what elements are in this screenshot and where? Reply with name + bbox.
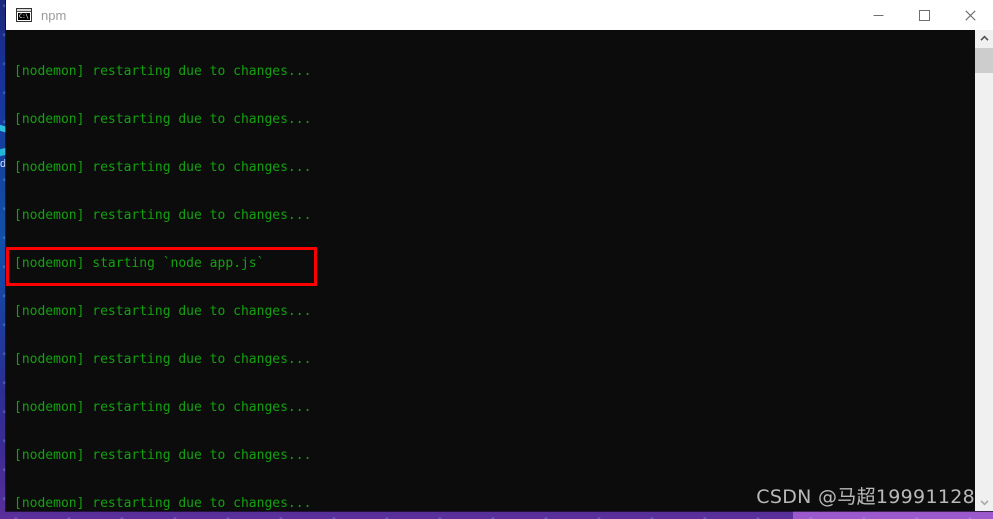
terminal-line: [nodemon] restarting due to changes... [14, 64, 312, 79]
terminal-line: [nodemon] restarting due to changes... [14, 304, 312, 319]
terminal-line: [nodemon] restarting due to changes... [14, 448, 312, 463]
terminal-line: [nodemon] restarting due to changes... [14, 496, 312, 511]
window-title-text: npm [41, 7, 67, 23]
scroll-up-arrow-icon[interactable] [975, 30, 993, 47]
terminal-text-block: [nodemon] restarting due to changes... [… [14, 32, 311, 511]
terminal-line: [nodemon] restarting due to changes... [14, 352, 312, 367]
window-title-bar[interactable]: C:\ npm [6, 0, 993, 30]
scrollbar-thumb[interactable] [975, 48, 993, 73]
vertical-scrollbar[interactable] [975, 30, 993, 511]
cmd-console-icon: C:\ [16, 8, 32, 22]
maximize-button[interactable] [901, 0, 947, 30]
csdn-watermark: CSDN @马超19991128 [756, 486, 975, 508]
close-button[interactable] [947, 0, 993, 30]
cmd-icon-screen-text: C:\ [18, 13, 30, 20]
scroll-down-arrow-icon[interactable] [975, 494, 993, 511]
terminal-line: [nodemon] restarting due to changes... [14, 208, 312, 223]
terminal-line: [nodemon] restarting due to changes... [14, 160, 312, 175]
terminal-output-area[interactable]: [nodemon] restarting due to changes... [… [6, 30, 975, 511]
cmd-icon-titlebar-stripe [17, 9, 31, 12]
window-controls [855, 0, 993, 30]
terminal-line: [nodemon] restarting due to changes... [14, 400, 312, 415]
terminal-line: [nodemon] starting `node app.js` [14, 256, 265, 271]
minimize-button[interactable] [855, 0, 901, 30]
terminal-line: [nodemon] restarting due to changes... [14, 112, 312, 127]
npm-console-window: C:\ npm [nodemon] restarting due to chan… [6, 0, 993, 511]
title-bar-left-group: C:\ npm [6, 8, 855, 23]
